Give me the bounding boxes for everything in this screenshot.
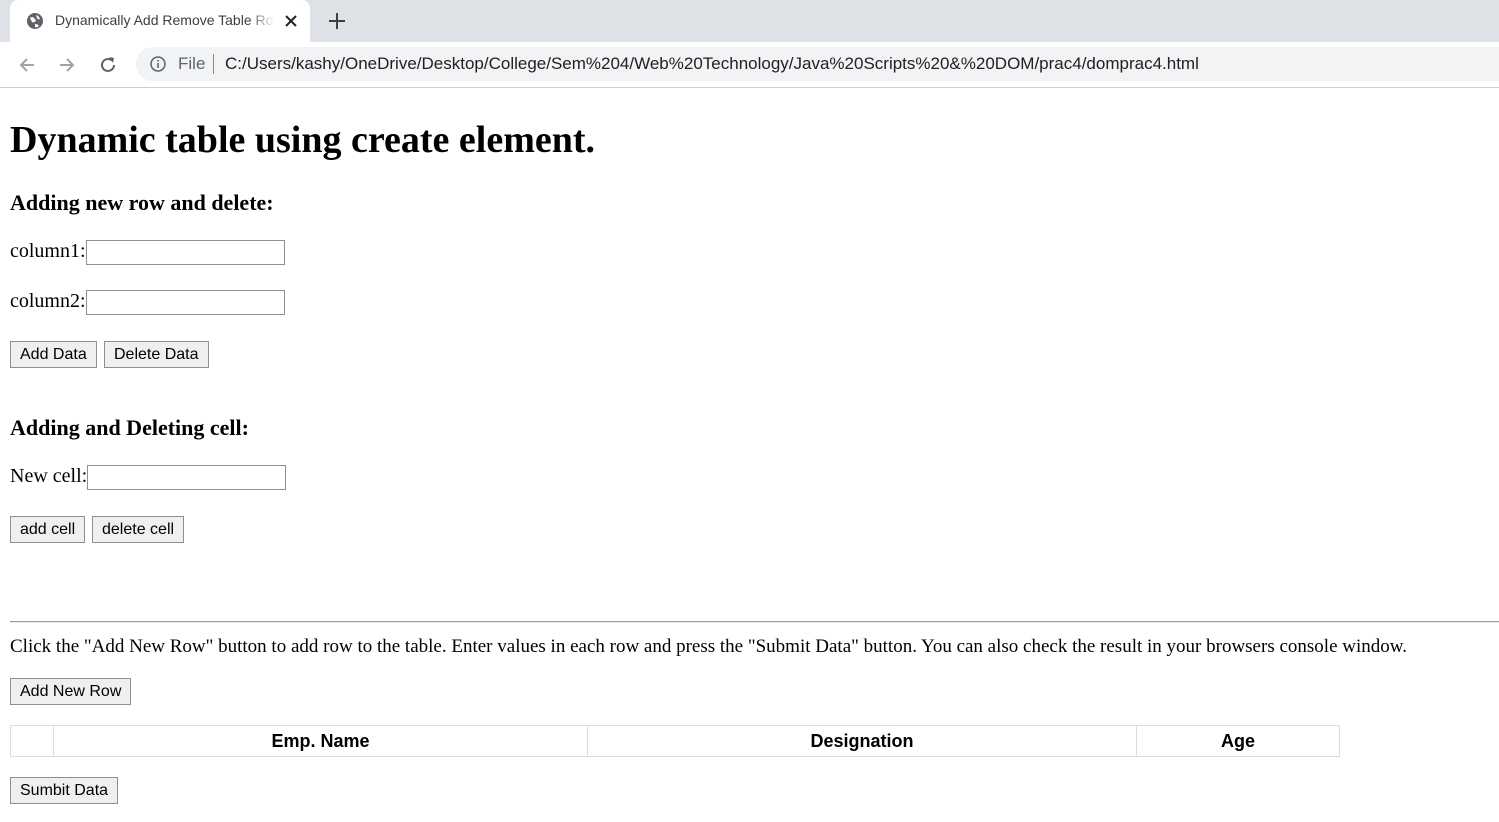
globe-icon [27,13,43,29]
delete-data-button[interactable]: Delete Data [104,341,209,368]
page-content: Dynamic table using create element. Addi… [0,88,1499,822]
table-header-emp-name: Emp. Name [53,725,588,757]
add-cell-button[interactable]: add cell [10,516,86,543]
employee-table: Emp. Name Designation Age [10,725,1340,757]
browser-toolbar: File C:/Users/kashy/OneDrive/Desktop/Col… [0,42,1499,88]
table-header-age: Age [1136,725,1340,757]
cell-section-heading: Adding and Deleting cell: [10,415,249,440]
submit-data-button[interactable]: Sumbit Data [10,777,119,804]
new-cell-label: New cell: [10,465,88,487]
column2-input[interactable] [86,290,285,315]
row-section-heading: Adding new row and delete: [10,190,274,215]
back-arrow-icon[interactable] [16,54,38,76]
add-data-button[interactable]: Add Data [10,341,97,368]
tab-strip: Dynamically Add Remove Table Rows [0,0,1499,42]
column2-label: column2: [10,290,86,312]
new-cell-input[interactable] [87,465,286,490]
add-new-row-button[interactable]: Add New Row [10,678,132,705]
url-text[interactable]: C:/Users/kashy/OneDrive/Desktop/College/… [225,54,1199,74]
table-header-select [10,725,54,757]
horizontal-rule [10,621,1499,623]
tab-title: Dynamically Add Remove Table Rows [55,12,275,28]
instructions-text: Click the "Add New Row" button to add ro… [10,636,1407,657]
omnibox-divider [213,54,214,74]
table-header-designation: Designation [587,725,1137,757]
close-icon[interactable] [282,12,300,30]
forward-arrow-icon[interactable] [56,54,78,76]
plus-icon[interactable] [326,10,348,32]
delete-cell-button[interactable]: delete cell [92,516,185,543]
address-bar[interactable]: File C:/Users/kashy/OneDrive/Desktop/Col… [136,47,1499,81]
info-icon[interactable] [150,56,166,72]
browser-tab[interactable]: Dynamically Add Remove Table Rows [10,0,310,42]
column1-label: column1: [10,240,86,262]
table-header-row: Emp. Name Designation Age [10,725,1340,757]
file-scheme-label: File [178,54,206,73]
reload-icon[interactable] [97,54,119,76]
page-title: Dynamic table using create element. [10,119,596,161]
column1-input[interactable] [86,240,285,265]
